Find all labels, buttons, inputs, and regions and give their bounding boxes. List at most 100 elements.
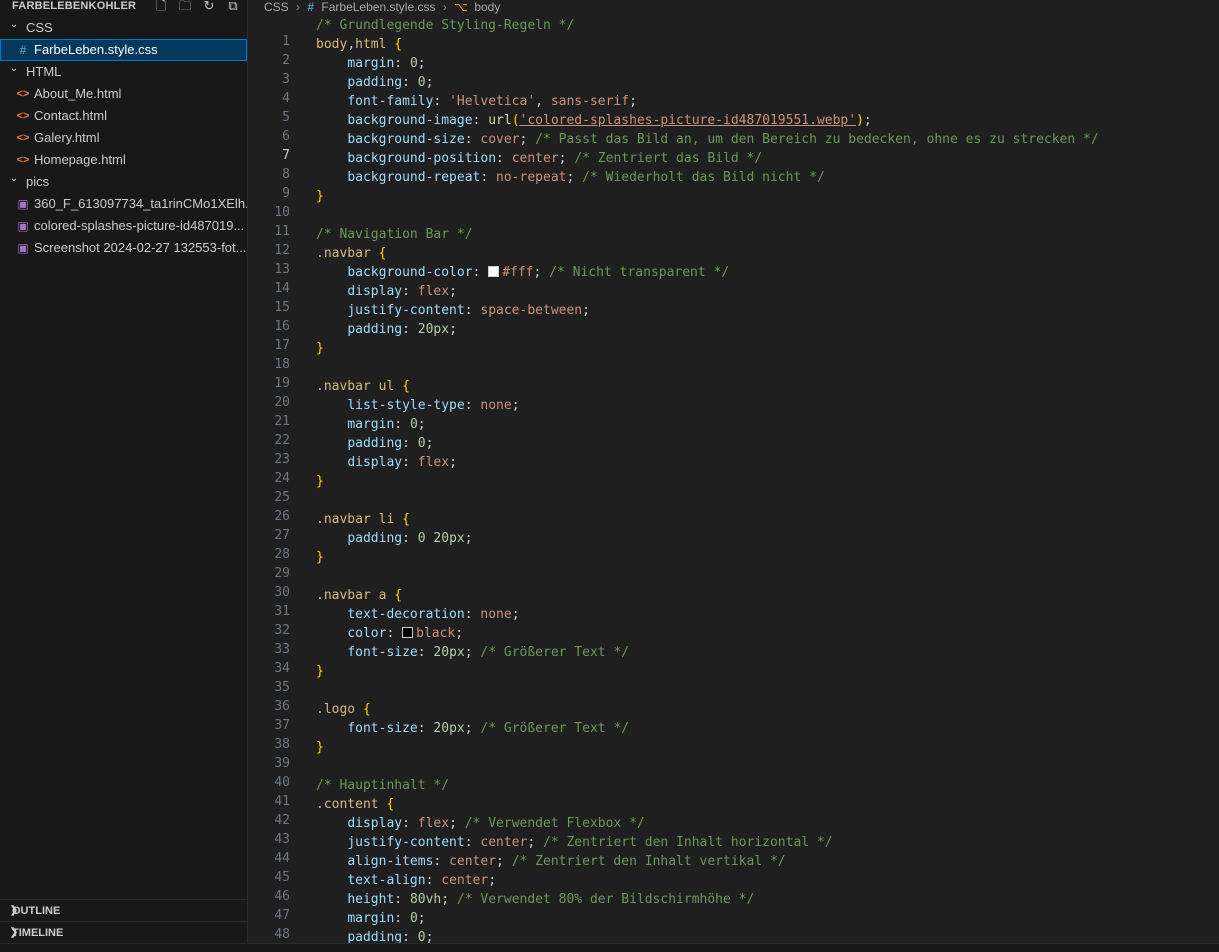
code-line[interactable]: height: 80vh; /* Verwendet 80% der Bilds… — [316, 890, 754, 909]
code-token: 0 — [409, 417, 418, 432]
code-line[interactable]: /* Grundlegende Styling-Regeln */ — [316, 16, 574, 35]
code-token: : — [496, 151, 512, 166]
code-token: 80vh — [409, 892, 442, 907]
code-line[interactable]: .navbar ul { — [316, 377, 410, 396]
tree-item-label: 360_F_613097734_ta1rinCMo1XElh... — [34, 196, 247, 211]
code-line[interactable]: } — [316, 339, 324, 358]
code-line[interactable]: } — [316, 738, 324, 757]
code-line[interactable]: } — [316, 548, 324, 567]
code-line[interactable]: .navbar a { — [316, 586, 402, 605]
code-line[interactable]: margin: 0; — [316, 415, 425, 434]
code-token: /* Hauptinhalt */ — [316, 778, 450, 793]
code-line[interactable]: .navbar { — [316, 244, 386, 263]
html-icon: <> — [16, 110, 30, 122]
code-line[interactable]: /* Navigation Bar */ — [316, 225, 473, 244]
refresh-icon[interactable]: ↻ — [201, 0, 217, 14]
new-folder-icon[interactable]: 🗀 — [177, 0, 193, 14]
code-line[interactable]: background-position: center; /* Zentrier… — [316, 149, 762, 168]
code-line[interactable]: /* Hauptinhalt */ — [316, 776, 449, 795]
breadcrumb-file[interactable]: FarbeLeben.style.css — [321, 0, 435, 14]
file-item[interactable]: <> About_Me.html — [0, 83, 247, 105]
file-item[interactable]: # FarbeLeben.style.css — [0, 39, 247, 61]
code-token: sans-serif — [550, 94, 630, 109]
code-line[interactable]: margin: 0; — [316, 54, 425, 73]
code-token: : — [464, 132, 481, 147]
code-line[interactable]: } — [316, 662, 324, 681]
code-line[interactable]: padding: 0; — [316, 73, 433, 92]
code-line[interactable]: background-image: url('colored-splashes-… — [316, 111, 872, 130]
code-token: flex — [417, 284, 450, 299]
code-token: : — [394, 56, 410, 71]
code-token: .navbar — [316, 246, 371, 261]
code-token: } — [316, 189, 324, 204]
code-line[interactable]: padding: 20px; — [316, 320, 457, 339]
code-line[interactable]: background-repeat: no-repeat; /* Wiederh… — [316, 168, 824, 187]
code-token: ; — [455, 626, 464, 641]
code-line[interactable]: background-color: #fff; /* Nicht transpa… — [316, 263, 729, 282]
code-line[interactable]: .content { — [316, 795, 394, 814]
code-line[interactable]: padding: 0; — [316, 434, 433, 453]
code-line[interactable]: text-decoration: none; — [316, 605, 519, 624]
outline-panel-header[interactable]: ❯ OUTLINE — [0, 899, 247, 922]
code-line[interactable]: display: flex; — [316, 453, 457, 472]
code-line[interactable]: color: black; — [316, 624, 463, 643]
code-token: color — [347, 626, 387, 641]
code-line[interactable]: text-align: center; — [316, 871, 496, 890]
breadcrumb-folder[interactable]: CSS — [264, 0, 289, 14]
code-token: .logo — [316, 702, 356, 717]
file-item[interactable]: ▣ colored-splashes-picture-id487019... — [0, 215, 247, 237]
code-token: center — [449, 854, 497, 869]
code-line[interactable]: font-size: 20px; /* Größerer Text */ — [316, 643, 629, 662]
code-line[interactable]: } — [316, 187, 324, 206]
folder-html[interactable]: ⌄ HTML — [0, 61, 247, 83]
code-line[interactable]: .navbar li { — [316, 510, 410, 529]
line-number: 21 — [274, 414, 290, 429]
code-line[interactable]: align-items: center; /* Zentriert den In… — [316, 852, 785, 871]
code-line[interactable]: padding: 0; — [316, 928, 433, 943]
code-token: justify-content — [347, 835, 465, 850]
file-item[interactable]: ▣ Screenshot 2024-02-27 132553-fot... — [0, 237, 247, 259]
code-line[interactable]: margin: 0; — [316, 909, 425, 928]
code-editor[interactable]: CSS › # FarbeLeben.style.css › ⌥ body 12… — [248, 0, 1219, 943]
chevron-down-icon: ⌄ — [9, 173, 19, 184]
timeline-panel-header[interactable]: ❯ TIMELINE — [0, 921, 247, 944]
line-number: 27 — [274, 528, 290, 543]
file-item[interactable]: ▣ 360_F_613097734_ta1rinCMo1XElh... — [0, 193, 247, 215]
code-line[interactable]: display: flex; /* Verwendet Flexbox */ — [316, 814, 644, 833]
collapse-all-icon[interactable]: ⧉ — [225, 0, 241, 14]
breadcrumb-symbol[interactable]: body — [474, 0, 500, 14]
code-token: : — [417, 721, 434, 736]
folder-css[interactable]: ⌄ CSS — [0, 17, 247, 39]
code-line[interactable]: list-style-type: none; — [316, 396, 519, 415]
code-line[interactable]: body,html { — [316, 35, 402, 54]
code-line[interactable]: } — [316, 472, 324, 491]
code-line[interactable]: justify-content: center; /* Zentriert de… — [316, 833, 832, 852]
color-swatch[interactable] — [488, 266, 500, 277]
folder-pics[interactable]: ⌄ pics — [0, 171, 247, 193]
code-token: ; — [441, 892, 457, 907]
outline-label: OUTLINE — [12, 905, 61, 917]
code-line[interactable]: font-family: 'Helvetica', sans-serif; — [316, 92, 637, 111]
code-token: ; — [488, 873, 497, 888]
html-icon: <> — [16, 88, 30, 100]
code-line[interactable]: justify-content: space-between; — [316, 301, 590, 320]
tree-item-label: Galery.html — [34, 130, 100, 145]
code-token: } — [316, 550, 324, 565]
code-token: ; — [863, 113, 872, 128]
new-file-icon[interactable]: 🗋 — [153, 0, 169, 14]
code-line[interactable]: font-size: 20px; /* Größerer Text */ — [316, 719, 629, 738]
code-line[interactable]: padding: 0 20px; — [316, 529, 472, 548]
code-line[interactable]: background-size: cover; /* Passt das Bil… — [316, 130, 1098, 149]
code-token: : — [433, 94, 450, 109]
file-item[interactable]: <> Homepage.html — [0, 149, 247, 171]
file-item[interactable]: <> Contact.html — [0, 105, 247, 127]
line-number: 5 — [282, 110, 290, 125]
color-swatch[interactable] — [402, 627, 414, 638]
code-line[interactable]: display: flex; — [316, 282, 457, 301]
code-line[interactable]: .logo { — [316, 700, 371, 719]
file-item[interactable]: <> Galery.html — [0, 127, 247, 149]
code-token: : — [402, 284, 418, 299]
